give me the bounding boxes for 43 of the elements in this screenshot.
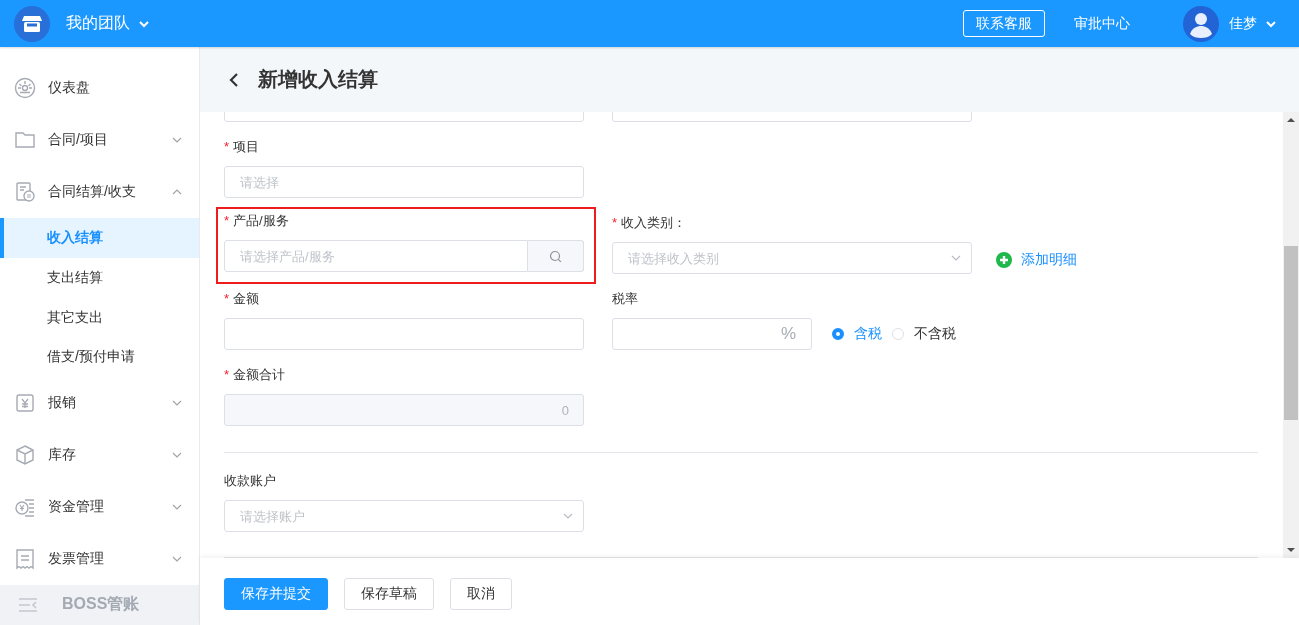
sidebar-subitem[interactable]: 其它支出 xyxy=(0,297,199,338)
secondary-button[interactable]: 保存草稿 xyxy=(344,577,434,610)
field-label: * 金额 xyxy=(224,290,261,308)
search-button[interactable] xyxy=(528,240,584,272)
coin-list-icon xyxy=(14,496,36,519)
plus-circle-icon xyxy=(996,252,1012,268)
page-title: 新增收入结算 xyxy=(258,67,378,92)
receipt-icon xyxy=(14,392,36,415)
select-field[interactable]: 请选择账户 xyxy=(224,500,584,532)
scrollbar[interactable] xyxy=(1283,112,1299,558)
sidebar-item[interactable]: 仪表盘 xyxy=(0,62,199,114)
input-field[interactable] xyxy=(224,318,584,350)
sidebar-subitem[interactable]: 支出结算 xyxy=(0,257,199,298)
field-label: 收款账户 xyxy=(224,472,277,490)
field-label: * 产品/服务 xyxy=(224,212,290,230)
sidebar-item[interactable]: 发票管理 xyxy=(0,533,199,586)
avatar-icon[interactable] xyxy=(1183,5,1219,42)
store-logo-icon xyxy=(14,5,50,42)
dashboard-icon xyxy=(14,76,36,99)
collapse-menu-icon[interactable] xyxy=(18,598,38,612)
sidebar-item[interactable]: 资金管理 xyxy=(0,481,199,534)
input-field[interactable]: 请选择产品/服务 xyxy=(224,240,528,272)
field-label: * 项目 xyxy=(224,138,261,156)
field-label: 税率 xyxy=(612,290,639,308)
box-icon xyxy=(14,444,36,467)
field-label: * 收入类别： xyxy=(612,214,688,232)
percent-suffix: % xyxy=(780,324,796,344)
input-field[interactable]: 请选择 xyxy=(224,166,584,198)
field-label: * 金额合计 xyxy=(224,366,287,384)
input-field[interactable] xyxy=(612,318,812,350)
sidebar-item[interactable]: 库存 xyxy=(0,429,199,482)
secondary-button[interactable]: 取消 xyxy=(450,577,512,610)
invoice-icon xyxy=(14,548,36,571)
sidebar-item[interactable]: 合同/项目 xyxy=(0,113,199,166)
brand-name: BOSS管账 xyxy=(62,594,140,615)
sidebar-item[interactable]: 报销 xyxy=(0,377,199,430)
sidebar-item[interactable]: 合同结算/收支 xyxy=(0,165,199,218)
sidebar-subitem[interactable]: 借支/预付申请 xyxy=(0,337,199,378)
document-icon xyxy=(14,180,36,203)
select-field[interactable]: 请选择收入类别 xyxy=(612,242,972,274)
back-icon[interactable] xyxy=(228,71,240,88)
search-icon xyxy=(549,249,562,263)
radio-option[interactable]: 不含税 xyxy=(892,325,956,343)
